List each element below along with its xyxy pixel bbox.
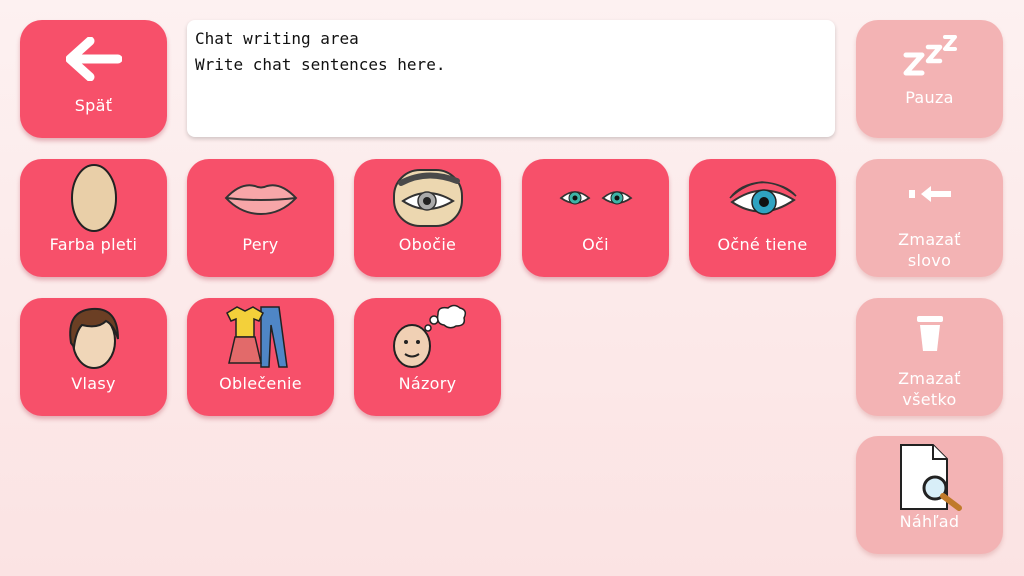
category-label: Obočie (398, 235, 457, 254)
category-label: Názory (398, 374, 457, 393)
category-nazory[interactable]: Názory (354, 298, 501, 416)
category-ocne-tiene[interactable]: Očné tiene (689, 159, 836, 277)
delete-word-label: Zmazať slovo (898, 230, 961, 270)
chat-writing-area[interactable]: Chat writing area Write chat sentences h… (187, 20, 835, 137)
category-label: Pery (242, 235, 279, 254)
eyes-icon (522, 159, 669, 237)
preview-label: Náhľad (899, 512, 960, 531)
eyebrow-icon (354, 159, 501, 237)
document-magnifier-icon (856, 436, 1003, 518)
thinking-head-icon (354, 298, 501, 376)
delete-all-button[interactable]: Zmazať všetko (856, 298, 1003, 416)
category-oci[interactable]: Oči (522, 159, 669, 277)
category-vlasy[interactable]: Vlasy (20, 298, 167, 416)
sleep-zzz-icon (856, 20, 1003, 90)
back-button[interactable]: Späť (20, 20, 167, 138)
lips-icon (187, 159, 334, 237)
backspace-icon (856, 159, 1003, 229)
trash-icon (856, 298, 1003, 368)
hair-icon (20, 298, 167, 376)
arrow-left-icon (20, 20, 167, 98)
category-farba-pleti[interactable]: Farba pleti (20, 159, 167, 277)
chat-title: Chat writing area (195, 29, 359, 48)
face-skin-icon (20, 159, 167, 237)
back-label: Späť (74, 96, 113, 115)
category-label: Oči (582, 235, 609, 254)
delete-all-label: Zmazať všetko (898, 369, 961, 409)
category-label: Oblečenie (219, 374, 302, 393)
pause-button[interactable]: Pauza (856, 20, 1003, 138)
delete-word-button[interactable]: Zmazať slovo (856, 159, 1003, 277)
preview-button[interactable]: Náhľad (856, 436, 1003, 554)
category-pery[interactable]: Pery (187, 159, 334, 277)
category-label: Farba pleti (49, 235, 138, 254)
category-label: Očné tiene (717, 235, 808, 254)
pause-label: Pauza (905, 88, 954, 107)
eyeshadow-icon (689, 159, 836, 237)
clothes-icon (187, 298, 334, 376)
category-oblecenie[interactable]: Oblečenie (187, 298, 334, 416)
chat-placeholder: Write chat sentences here. (195, 55, 446, 74)
category-obocie[interactable]: Obočie (354, 159, 501, 277)
category-label: Vlasy (71, 374, 116, 393)
